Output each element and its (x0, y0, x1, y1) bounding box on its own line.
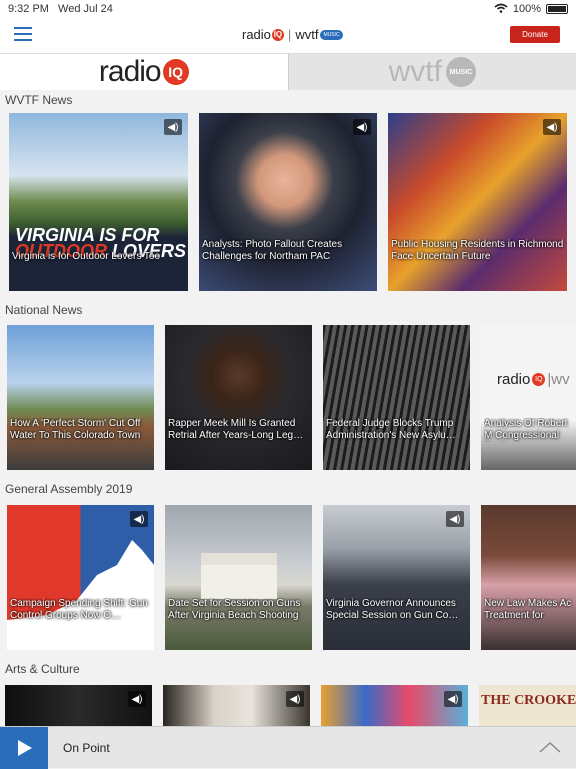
news-card[interactable]: ◀) (5, 685, 152, 726)
battery-icon (546, 4, 568, 14)
card-caption: Rapper Meek Mill Is Granted Retrial Afte… (168, 418, 309, 442)
chevron-up-icon[interactable] (538, 740, 562, 754)
card-caption: Federal Judge Blocks Trump Administratio… (326, 418, 467, 442)
speaker-icon[interactable]: ◀) (444, 691, 462, 707)
status-time: 9:32 PM (8, 3, 49, 15)
speaker-icon[interactable]: ◀) (164, 119, 182, 135)
news-card[interactable]: ◀) (163, 685, 310, 726)
wvtf-music-badge: MUSIC (446, 57, 476, 87)
station-tabs: radio IQ wvtf MUSIC (0, 54, 576, 90)
section-title-wvtf-news: WVTF News (5, 93, 72, 107)
capitol-building-shape (201, 553, 277, 599)
card-caption: Campaign Spending Shift: Gun Control Gro… (10, 598, 151, 622)
card-image-poster-text: THE CROOKED RO (481, 693, 576, 709)
radioiq-badge: IQ (163, 59, 189, 85)
tab-radioiq[interactable]: radio IQ (0, 54, 288, 90)
news-card[interactable]: ◀) (321, 685, 468, 726)
battery-percent: 100% (513, 3, 541, 15)
news-card[interactable]: Rapper Meek Mill Is Granted Retrial Afte… (165, 325, 312, 470)
section-title-general-assembly: General Assembly 2019 (5, 482, 132, 496)
card-caption: How A 'Perfect Storm' Cut Off Water To T… (10, 418, 151, 442)
speaker-icon[interactable]: ◀) (446, 511, 464, 527)
card-caption: Virginia is for Outdoor Lovers Too (12, 251, 185, 263)
wvtf-wordmark: wvtf (389, 55, 442, 89)
news-card[interactable]: New Law Makes Ac Treatment for Autism (481, 505, 576, 650)
donate-button[interactable]: Donate (510, 26, 560, 43)
now-playing-title: On Point (63, 741, 110, 755)
news-card[interactable]: THE CROOKED RO (479, 685, 576, 726)
radioiq-wordmark: radio (99, 55, 161, 89)
news-card[interactable]: radioIQ|wv Analysis Of Robert M Congress… (481, 325, 576, 470)
tab-wvtf[interactable]: wvtf MUSIC (288, 54, 576, 90)
section-title-national-news: National News (5, 303, 82, 317)
play-button[interactable] (0, 727, 48, 769)
news-card[interactable]: ◀) Analysts: Photo Fallout Creates Chall… (199, 113, 377, 291)
status-bar: 9:32 PM Wed Jul 24 100% (0, 0, 576, 18)
news-card[interactable]: Date Set for Session on Guns After Virgi… (165, 505, 312, 650)
logo-music-badge: MUSIC (320, 30, 342, 40)
card-image (388, 113, 567, 291)
play-icon (14, 738, 34, 758)
card-caption: Virginia Governor Announces Special Sess… (326, 598, 467, 622)
wifi-icon (494, 3, 508, 16)
logo-iq-badge: IQ (272, 29, 284, 41)
speaker-icon[interactable]: ◀) (543, 119, 561, 135)
bottom-player: On Point (0, 726, 576, 768)
app-logo[interactable]: radio IQ | wvtf MUSIC (242, 27, 343, 42)
card-image (323, 325, 470, 470)
speaker-icon[interactable]: ◀) (286, 691, 304, 707)
news-card[interactable]: ◀) Public Housing Residents in Richmond … (388, 113, 567, 291)
card-image (481, 505, 576, 650)
speaker-icon[interactable]: ◀) (353, 119, 371, 135)
status-right: 100% (494, 3, 568, 16)
card-caption: Public Housing Residents in Richmond Fac… (391, 239, 564, 263)
card-image (9, 113, 188, 291)
card-image (199, 113, 377, 291)
logo-divider: | (288, 27, 291, 42)
card-caption: Analysis Of Robert M Congressional Testi (484, 418, 573, 442)
status-left: 9:32 PM Wed Jul 24 (8, 3, 119, 15)
news-card[interactable]: ◀) Virginia Governor Announces Special S… (323, 505, 470, 650)
card-caption: Date Set for Session on Guns After Virgi… (168, 598, 309, 622)
card-image (7, 325, 154, 470)
speaker-icon[interactable]: ◀) (128, 691, 146, 707)
status-date: Wed Jul 24 (58, 3, 113, 15)
wvtf-logo: wvtf MUSIC (389, 55, 476, 89)
news-card[interactable]: VIRGINIA IS FOR OUTDOOR LOVERS ◀) Virgin… (9, 113, 188, 291)
card-caption: New Law Makes Ac Treatment for Autism (484, 598, 573, 622)
radioiq-logo: radio IQ (99, 55, 189, 89)
news-card[interactable]: Federal Judge Blocks Trump Administratio… (323, 325, 470, 470)
menu-icon[interactable] (14, 27, 32, 41)
section-title-arts-culture: Arts & Culture (5, 662, 80, 676)
news-card[interactable]: How A 'Perfect Storm' Cut Off Water To T… (7, 325, 154, 470)
logo-wvtf-text: wvtf (295, 27, 318, 42)
logo-radio-text: radio (242, 27, 271, 42)
card-image-logo: radioIQ|wv (497, 371, 570, 388)
top-bar: radio IQ | wvtf MUSIC Donate (0, 18, 576, 54)
news-card[interactable]: ◀) Campaign Spending Shift: Gun Control … (7, 505, 154, 650)
card-image (165, 325, 312, 470)
card-caption: Analysts: Photo Fallout Creates Challeng… (202, 239, 374, 263)
speaker-icon[interactable]: ◀) (130, 511, 148, 527)
